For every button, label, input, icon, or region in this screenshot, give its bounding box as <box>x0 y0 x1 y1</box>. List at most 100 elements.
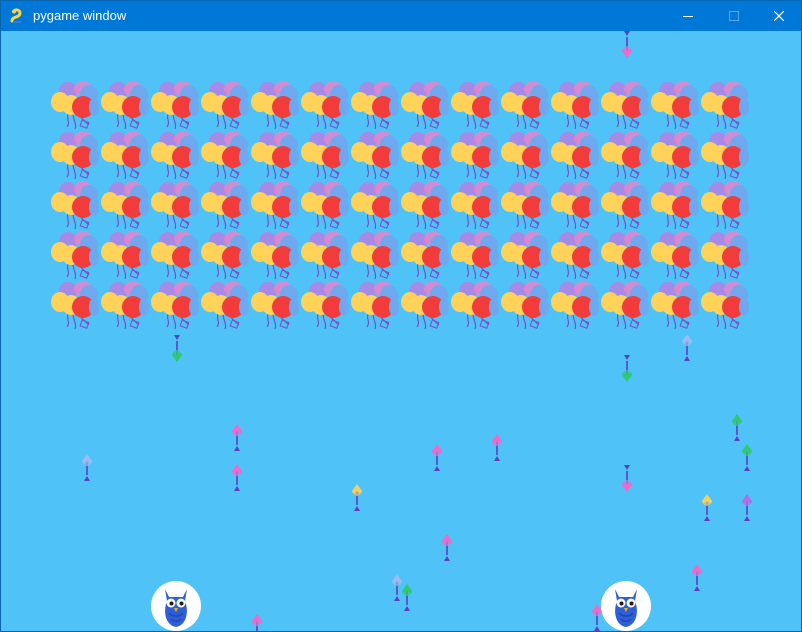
balloon-cluster <box>701 81 749 131</box>
balloon-cluster <box>651 281 699 331</box>
balloon-cluster <box>301 81 349 131</box>
window-title: pygame window <box>33 8 127 23</box>
balloon-cluster <box>51 181 99 231</box>
balloon-cluster <box>401 81 449 131</box>
balloon-cluster <box>501 81 549 131</box>
minimize-button[interactable] <box>665 1 711 31</box>
balloon-cluster <box>301 281 349 331</box>
balloon-cluster <box>51 131 99 181</box>
balloon-cluster <box>701 131 749 181</box>
dart-projectile <box>491 433 503 463</box>
maximize-button[interactable] <box>711 1 757 31</box>
balloon-cluster <box>251 231 299 281</box>
balloon-cluster <box>301 131 349 181</box>
balloon-cluster <box>401 181 449 231</box>
balloon-cluster <box>151 231 199 281</box>
dart-projectile <box>231 423 243 453</box>
balloon-cluster <box>301 181 349 231</box>
balloon-cluster <box>351 81 399 131</box>
minimize-icon <box>683 16 693 17</box>
balloon-cluster <box>51 81 99 131</box>
balloon-cluster <box>401 281 449 331</box>
dart-projectile <box>691 563 703 593</box>
pygame-window: pygame window <box>0 0 802 632</box>
balloon-cluster <box>651 181 699 231</box>
dart-projectile <box>621 353 633 383</box>
balloon-cluster <box>451 231 499 281</box>
dart-projectile <box>251 613 263 631</box>
balloon-cluster <box>601 231 649 281</box>
balloon-cluster <box>501 181 549 231</box>
balloon-cluster <box>101 231 149 281</box>
balloon-cluster <box>151 181 199 231</box>
balloon-cluster <box>251 281 299 331</box>
balloon-cluster <box>551 81 599 131</box>
balloon-cluster <box>301 231 349 281</box>
balloon-cluster <box>551 131 599 181</box>
player-owl-right <box>601 581 651 631</box>
balloon-cluster <box>201 81 249 131</box>
dart-projectile <box>431 443 443 473</box>
balloon-cluster <box>51 281 99 331</box>
dart-projectile <box>231 463 243 493</box>
balloon-cluster <box>601 131 649 181</box>
dart-projectile <box>741 443 753 473</box>
balloon-cluster <box>351 231 399 281</box>
balloon-cluster <box>351 131 399 181</box>
balloon-cluster <box>201 231 249 281</box>
balloon-cluster <box>651 131 699 181</box>
balloon-cluster <box>601 181 649 231</box>
close-icon <box>774 11 784 21</box>
balloon-cluster <box>51 231 99 281</box>
balloon-cluster <box>401 231 449 281</box>
balloon-cluster <box>251 181 299 231</box>
balloon-cluster <box>501 231 549 281</box>
balloon-cluster <box>551 231 599 281</box>
balloon-cluster <box>101 131 149 181</box>
maximize-icon <box>729 11 739 21</box>
balloon-cluster <box>201 181 249 231</box>
dart-projectile <box>681 333 693 363</box>
dart-projectile <box>351 483 363 513</box>
balloon-cluster <box>451 181 499 231</box>
dart-projectile <box>731 413 743 443</box>
balloon-cluster <box>251 131 299 181</box>
balloon-cluster <box>101 81 149 131</box>
title-bar[interactable]: pygame window <box>1 1 801 31</box>
balloon-cluster <box>601 81 649 131</box>
balloon-cluster <box>151 281 199 331</box>
balloon-cluster <box>151 81 199 131</box>
balloon-cluster <box>101 181 149 231</box>
balloon-cluster <box>651 81 699 131</box>
balloon-cluster <box>501 281 549 331</box>
balloon-cluster <box>351 281 399 331</box>
close-button[interactable] <box>756 1 801 31</box>
balloon-cluster <box>701 181 749 231</box>
dart-projectile <box>81 453 93 483</box>
balloon-cluster <box>401 131 449 181</box>
balloon-cluster <box>601 281 649 331</box>
balloon-cluster <box>701 231 749 281</box>
balloon-cluster <box>701 281 749 331</box>
balloon-cluster <box>551 281 599 331</box>
player-owl-left <box>151 581 201 631</box>
dart-projectile <box>441 533 453 563</box>
balloon-cluster <box>201 281 249 331</box>
dart-projectile <box>621 463 633 493</box>
balloon-cluster <box>201 131 249 181</box>
game-canvas[interactable] <box>1 31 801 631</box>
dart-projectile <box>401 583 413 613</box>
balloon-cluster <box>101 281 149 331</box>
dart-projectile <box>171 333 183 363</box>
balloon-cluster <box>651 231 699 281</box>
pygame-snake-icon <box>9 8 25 24</box>
balloon-cluster <box>551 181 599 231</box>
balloon-cluster <box>251 81 299 131</box>
dart-projectile <box>701 493 713 523</box>
balloon-cluster <box>451 131 499 181</box>
balloon-cluster <box>451 81 499 131</box>
balloon-cluster <box>151 131 199 181</box>
dart-projectile <box>621 31 633 59</box>
balloon-cluster <box>351 181 399 231</box>
balloon-cluster <box>501 131 549 181</box>
